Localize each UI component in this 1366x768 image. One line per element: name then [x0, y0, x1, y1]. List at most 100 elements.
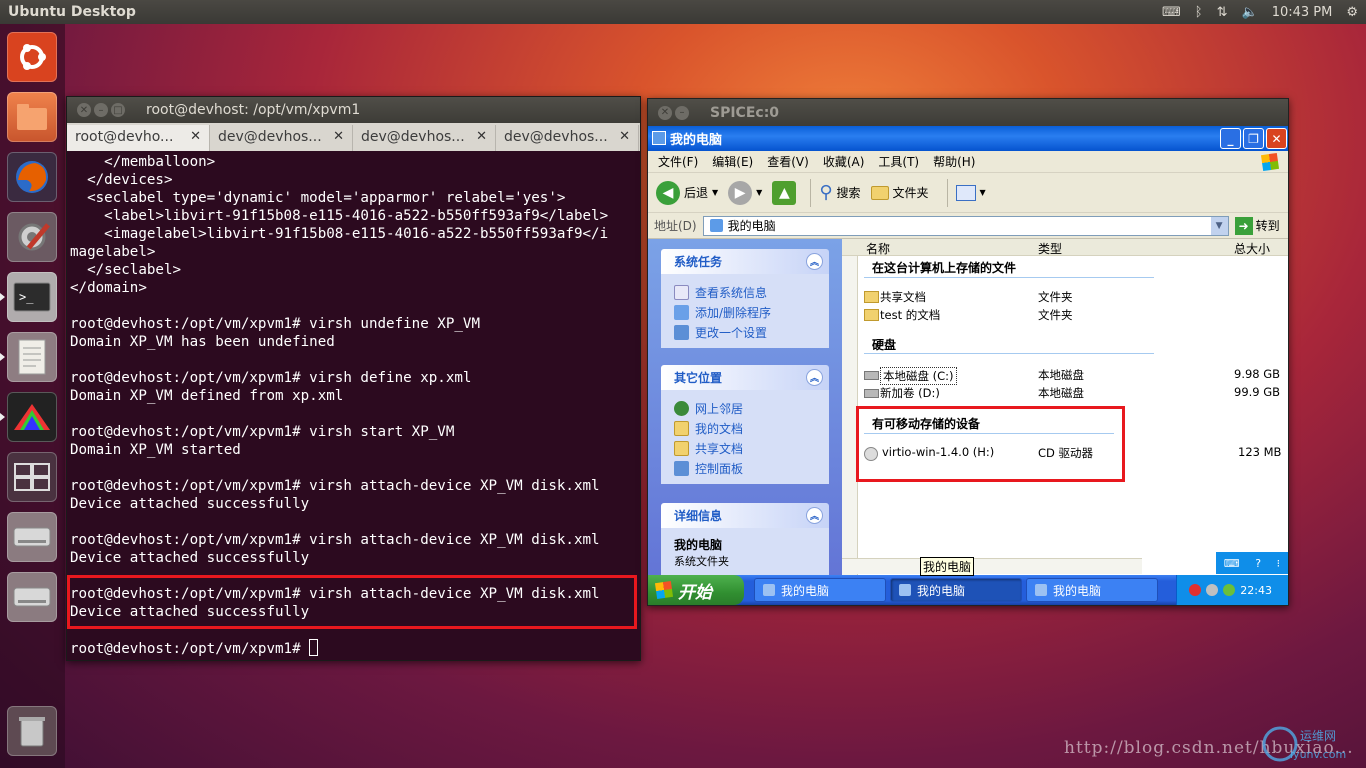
minimize-icon[interactable]: –	[94, 103, 108, 117]
task-link-shared-docs[interactable]: 共享文档	[674, 438, 829, 458]
item-size: 123 MB	[1238, 445, 1282, 459]
ubuntu-dash-icon[interactable]	[7, 32, 57, 82]
list-item[interactable]: test 的文档 文件夹	[864, 306, 1284, 324]
close-button[interactable]: ✕	[1266, 128, 1287, 149]
back-button[interactable]: ◀ 后退 ▼	[656, 180, 718, 205]
xp-clock[interactable]: 22:43	[1240, 584, 1272, 597]
chevron-down-icon[interactable]: ⁝	[1277, 557, 1281, 570]
menu-help[interactable]: 帮助(H)	[933, 153, 975, 170]
collapse-icon[interactable]: ︽	[806, 253, 823, 270]
terminal-icon[interactable]: >_	[0, 272, 57, 322]
workspace-switcher-icon[interactable]	[7, 452, 57, 502]
terminal-line: Domain XP_VM started	[70, 442, 241, 458]
menu-tools[interactable]: 工具(T)	[878, 153, 919, 170]
list-item[interactable]: 共享文档 文件夹	[864, 288, 1284, 306]
minimize-icon[interactable]: –	[675, 105, 689, 120]
spice-window[interactable]: ✕ – SPICEc:0 我的电脑 _ ❐ ✕ 文件(F) 编辑(E) 查看(V…	[647, 98, 1289, 606]
panel-header[interactable]: 其它位置 ︽	[661, 365, 829, 390]
tab-label: dev@devhos...	[218, 129, 322, 145]
text-editor-icon[interactable]	[0, 332, 57, 382]
taskbar-item[interactable]: 我的电脑	[754, 578, 886, 602]
search-button[interactable]: ⚲ 搜索	[819, 182, 860, 203]
firefox-icon[interactable]	[7, 152, 57, 202]
maximize-button[interactable]: ❐	[1243, 128, 1264, 149]
terminal-line: root@devhost:/opt/vm/xpvm1# virsh define…	[70, 370, 472, 386]
go-button[interactable]: ➜ 转到	[1234, 216, 1280, 235]
item-name: 本地磁盘 (C:)	[880, 367, 957, 385]
toolbar-separator	[946, 178, 948, 207]
files-icon[interactable]	[7, 92, 57, 142]
keyboard-icon[interactable]: ⌨	[1224, 557, 1240, 570]
menu-view[interactable]: 查看(V)	[767, 153, 809, 170]
drive-icon[interactable]	[7, 512, 57, 562]
add-remove-icon	[674, 304, 689, 320]
task-link-my-documents[interactable]: 我的文档	[674, 418, 829, 438]
start-button[interactable]: 开始	[648, 575, 744, 605]
task-link-system-info[interactable]: 查看系统信息	[674, 282, 829, 302]
list-item[interactable]: 新加卷 (D:) 本地磁盘 99.9 GB	[864, 384, 1284, 402]
chevron-down-icon: ▼	[979, 188, 986, 197]
volume-icon[interactable]	[1206, 584, 1219, 596]
menu-edit[interactable]: 编辑(E)	[712, 153, 753, 170]
task-link-add-remove[interactable]: 添加/删除程序	[674, 302, 829, 322]
keyboard-icon[interactable]: ⌨	[1162, 5, 1181, 20]
bluetooth-icon[interactable]: ᛒ	[1195, 5, 1203, 20]
spice-titlebar[interactable]: ✕ – SPICEc:0	[648, 99, 1288, 126]
network-icon[interactable]	[1223, 584, 1236, 596]
terminal-line: magelabel>	[70, 244, 156, 260]
shotwell-icon[interactable]	[0, 392, 57, 442]
close-icon[interactable]: ✕	[619, 129, 630, 144]
panel-header[interactable]: 系统任务 ︽	[661, 249, 829, 274]
item-size: 9.98 GB	[1234, 367, 1281, 381]
terminal-tab[interactable]: dev@devhos... ✕	[210, 125, 353, 151]
task-link-network[interactable]: 网上邻居	[674, 398, 829, 418]
security-shield-icon[interactable]	[1189, 584, 1202, 596]
close-icon[interactable]: ✕	[658, 105, 672, 120]
taskbar-item[interactable]: 我的电脑	[1026, 578, 1158, 602]
volume-icon[interactable]: 🔈	[1242, 5, 1258, 20]
collapse-icon[interactable]: ︽	[806, 507, 823, 524]
terminal-tab[interactable]: root@devho... ✕	[67, 125, 210, 151]
close-icon[interactable]: ✕	[333, 129, 344, 144]
up-folder-icon[interactable]: ▲	[772, 180, 797, 205]
item-size: 99.9 GB	[1234, 385, 1281, 399]
system-settings-icon[interactable]	[7, 212, 57, 262]
terminal-titlebar[interactable]: ✕ – □ root@devhost: /opt/vm/xpvm1	[67, 97, 640, 123]
horizontal-scrollbar[interactable]	[842, 558, 1142, 574]
list-item[interactable]: 本地磁盘 (C:) 本地磁盘 9.98 GB	[864, 366, 1284, 385]
column-type[interactable]: 类型	[1038, 240, 1062, 257]
task-link-control-panel[interactable]: 控制面板	[674, 458, 829, 478]
collapse-icon[interactable]: ︽	[806, 369, 823, 386]
column-total-size[interactable]: 总大小	[1234, 240, 1270, 257]
xp-window-titlebar[interactable]: 我的电脑 _ ❐ ✕	[648, 126, 1288, 151]
chevron-down-icon[interactable]: ▼	[712, 188, 718, 197]
folders-button[interactable]: 文件夹	[870, 184, 929, 201]
column-name[interactable]: 名称	[866, 240, 890, 257]
panel-clock[interactable]: 10:43 PM	[1272, 5, 1333, 20]
panel-header[interactable]: 详细信息 ︽	[661, 503, 829, 528]
terminal-tab[interactable]: dev@devhos... ✕	[496, 125, 639, 151]
taskbar-item[interactable]: 我的电脑	[890, 578, 1022, 602]
terminal-window[interactable]: ✕ – □ root@devhost: /opt/vm/xpvm1 root@d…	[66, 96, 641, 661]
terminal-tab[interactable]: dev@devhos... ✕	[353, 125, 496, 151]
trash-icon[interactable]	[7, 706, 57, 756]
minimize-button[interactable]: _	[1220, 128, 1241, 149]
menu-favorites[interactable]: 收藏(A)	[823, 153, 865, 170]
drive-icon[interactable]	[7, 572, 57, 622]
close-icon[interactable]: ✕	[190, 129, 201, 144]
network-icon[interactable]: ⇅	[1217, 5, 1228, 20]
chevron-down-icon[interactable]: ▼	[756, 188, 762, 197]
language-bar[interactable]: ⌨ ? ⁝	[1216, 552, 1288, 574]
address-input[interactable]: 我的电脑 ▼	[702, 215, 1229, 236]
forward-button[interactable]: ▶ ▼	[728, 180, 762, 205]
gear-icon[interactable]: ⚙	[1346, 5, 1358, 20]
close-icon[interactable]: ✕	[476, 129, 487, 144]
chevron-down-icon[interactable]: ▼	[1210, 216, 1228, 235]
close-icon[interactable]: ✕	[77, 103, 91, 117]
task-link-change-setting[interactable]: 更改一个设置	[674, 322, 829, 342]
views-button[interactable]: ▼	[955, 184, 986, 201]
maximize-icon[interactable]: □	[111, 103, 125, 117]
help-icon[interactable]: ?	[1255, 557, 1261, 570]
menu-file[interactable]: 文件(F)	[658, 153, 698, 170]
